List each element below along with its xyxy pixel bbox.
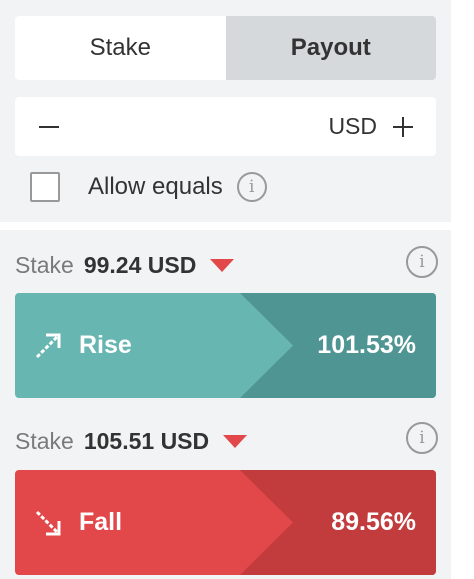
allow-equals-checkbox[interactable] — [30, 172, 60, 202]
info-icon[interactable]: i — [406, 422, 438, 454]
tab-payout[interactable]: Payout — [225, 16, 436, 80]
amount-input[interactable]: USD — [15, 97, 436, 156]
arrow-down-right-icon — [35, 510, 61, 536]
info-icon[interactable]: i — [236, 172, 267, 202]
fall-label: Fall — [79, 508, 123, 536]
allow-equals-row: Allow equals i — [30, 170, 267, 204]
tab-stake[interactable]: Stake — [15, 16, 226, 80]
info-icon[interactable]: i — [406, 246, 438, 278]
rise-button[interactable]: Rise 101.53% — [15, 293, 436, 398]
rise-percent: 101.53% — [317, 331, 416, 359]
rise-stake-value: 99.24 USD — [83, 251, 197, 278]
plus-icon[interactable] — [389, 109, 417, 143]
caret-down-icon[interactable] — [223, 434, 248, 448]
stake-label: Stake — [15, 251, 74, 278]
stake-label: Stake — [15, 427, 74, 454]
caret-down-icon[interactable] — [210, 258, 235, 272]
currency-label: USD — [328, 113, 377, 139]
fall-percent: 89.56% — [331, 508, 416, 536]
rise-stake-row: Stake 99.24 USD — [15, 249, 235, 281]
minus-icon[interactable] — [37, 109, 65, 143]
fall-stake-value: 105.51 USD — [83, 427, 210, 454]
fall-stake-row: Stake 105.51 USD — [15, 425, 248, 457]
allow-equals-label: Allow equals — [88, 173, 223, 200]
arrow-up-right-icon — [35, 333, 61, 359]
basis-toggle: Stake Payout — [15, 16, 436, 80]
fall-button[interactable]: Fall 89.56% — [15, 470, 436, 575]
rise-label: Rise — [79, 331, 132, 359]
